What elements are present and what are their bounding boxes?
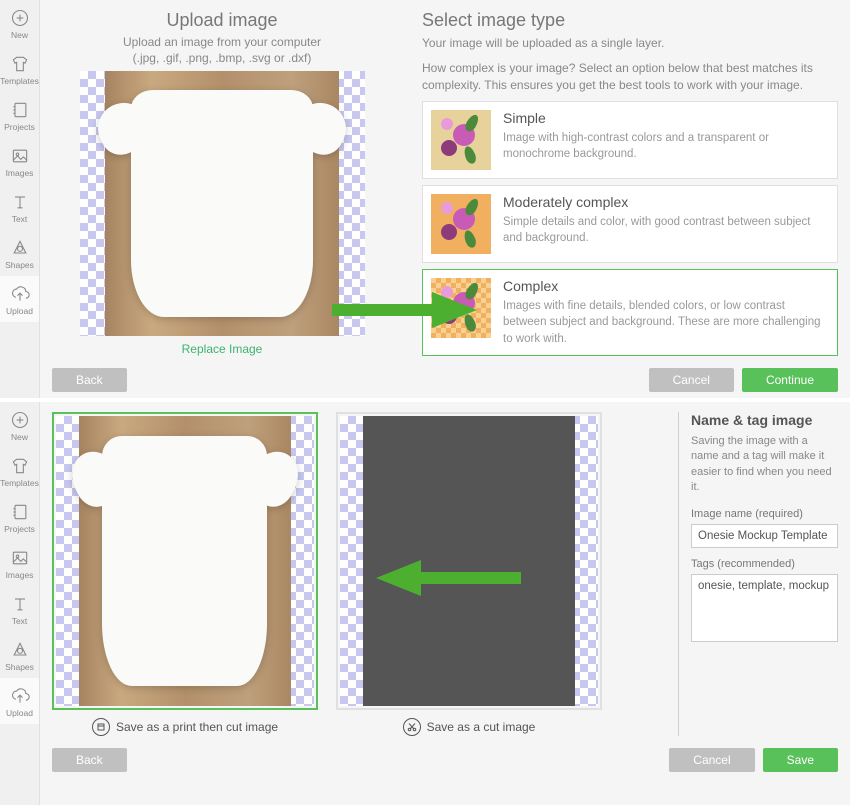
name-tag-panel: Name & tag image Saving the image with a… [678, 412, 838, 736]
name-tag-title: Name & tag image [691, 412, 838, 428]
sidebar-label: Templates [0, 76, 39, 86]
upload-preview [80, 71, 365, 336]
onesie-mockup [131, 90, 313, 318]
back-button[interactable]: Back [52, 748, 127, 772]
option-simple-desc: Image with high-contrast colors and a tr… [503, 130, 829, 162]
option-moderate-title: Moderately complex [503, 194, 829, 210]
option-complex-title: Complex [503, 278, 829, 294]
image-name-label: Image name (required) [691, 508, 838, 520]
sidebar-label: Projects [4, 524, 35, 534]
text-icon [10, 192, 30, 212]
continue-button[interactable]: Continue [742, 368, 838, 392]
select-type-title: Select image type [422, 10, 838, 31]
upload-extensions: (.jpg, .gif, .png, .bmp, .svg or .dxf) [52, 51, 392, 65]
shapes-icon [10, 238, 30, 258]
sidebar-item-images[interactable]: Images [0, 540, 39, 586]
image-name-input[interactable] [691, 524, 838, 548]
upload-icon [10, 686, 30, 706]
sidebar-label: New [11, 432, 28, 442]
sidebar-item-shapes[interactable]: Shapes [0, 230, 39, 276]
tutorial-arrow-left [376, 558, 521, 598]
shirt-icon [10, 456, 30, 476]
sidebar-label: Images [6, 570, 34, 580]
back-button[interactable]: Back [52, 368, 127, 392]
sidebar-item-upload[interactable]: Upload [0, 678, 39, 724]
sidebar-item-new[interactable]: New [0, 402, 39, 448]
sidebar-label: Shapes [5, 260, 34, 270]
cancel-button[interactable]: Cancel [669, 748, 754, 772]
option-simple-title: Simple [503, 110, 829, 126]
sidebar-item-upload[interactable]: Upload [0, 276, 39, 322]
sidebar-item-text[interactable]: Text [0, 184, 39, 230]
option-complex[interactable]: Complex Images with fine details, blende… [422, 269, 838, 355]
select-type-sub1: Your image will be uploaded as a single … [422, 35, 838, 52]
cancel-button[interactable]: Cancel [649, 368, 734, 392]
option-moderate[interactable]: Moderately complex Simple details and co… [422, 185, 838, 263]
plus-circle-icon [10, 410, 30, 430]
sidebar-label: Shapes [5, 662, 34, 672]
sidebar-label: New [11, 30, 28, 40]
shirt-icon [10, 54, 30, 74]
option-simple[interactable]: Simple Image with high-contrast colors a… [422, 101, 838, 179]
text-icon [10, 594, 30, 614]
uploaded-image [105, 71, 339, 336]
sidebar-item-projects[interactable]: Projects [0, 494, 39, 540]
sidebar-label: Templates [0, 478, 39, 488]
plus-circle-icon [10, 8, 30, 28]
sidebar-label: Text [12, 214, 28, 224]
sidebar-label: Upload [6, 306, 33, 316]
save-print-cut-option[interactable] [52, 412, 318, 710]
notebook-icon [10, 100, 30, 120]
option-complex-desc: Images with fine details, blended colors… [503, 298, 829, 346]
sidebar-label: Upload [6, 708, 33, 718]
image-icon [10, 548, 30, 568]
image-icon [10, 146, 30, 166]
name-tag-sub: Saving the image with a name and a tag w… [691, 434, 838, 496]
thumb-moderate [431, 194, 491, 254]
sidebar-label: Projects [4, 122, 35, 132]
sidebar-label: Text [12, 616, 28, 626]
tags-label: Tags (recommended) [691, 558, 838, 570]
sidebar-item-images[interactable]: Images [0, 138, 39, 184]
sidebar-label: Images [6, 168, 34, 178]
scissors-icon [403, 718, 421, 736]
sidebar-item-shapes[interactable]: Shapes [0, 632, 39, 678]
upload-icon [10, 284, 30, 304]
replace-image-link[interactable]: Replace Image [182, 342, 263, 356]
left-sidebar-2: New Templates Projects Images Text Shape… [0, 402, 40, 805]
upload-subtext: Upload an image from your computer [52, 35, 392, 49]
sidebar-item-projects[interactable]: Projects [0, 92, 39, 138]
sidebar-item-text[interactable]: Text [0, 586, 39, 632]
sidebar-item-templates[interactable]: Templates [0, 448, 39, 494]
print-cut-icon [92, 718, 110, 736]
tutorial-arrow-right [332, 290, 477, 330]
sidebar-item-new[interactable]: New [0, 0, 39, 46]
save-cut-label: Save as a cut image [403, 718, 536, 736]
select-type-sub2: How complex is your image? Select an opt… [422, 60, 838, 94]
shapes-icon [10, 640, 30, 660]
upload-title: Upload image [52, 10, 392, 31]
left-sidebar: New Templates Projects Images Text Shape… [0, 0, 40, 398]
option-moderate-desc: Simple details and color, with good cont… [503, 214, 829, 246]
thumb-simple [431, 110, 491, 170]
tags-input[interactable]: onesie, template, mockup [691, 574, 838, 642]
sidebar-item-templates[interactable]: Templates [0, 46, 39, 92]
save-button[interactable]: Save [763, 748, 838, 772]
save-print-cut-label: Save as a print then cut image [92, 718, 278, 736]
notebook-icon [10, 502, 30, 522]
